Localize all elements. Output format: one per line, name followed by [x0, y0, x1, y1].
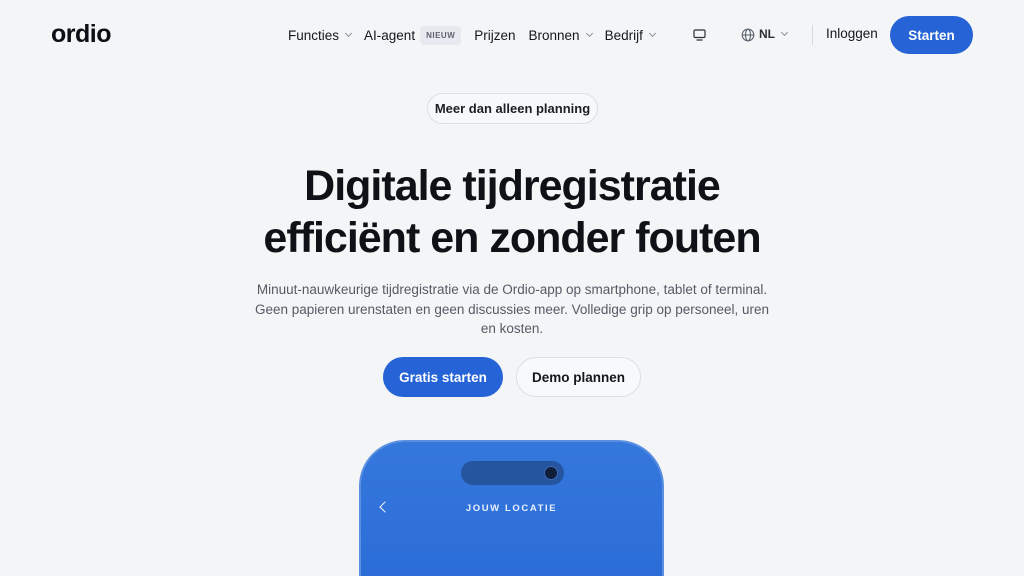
chevron-down-icon [648, 29, 656, 38]
demo-plannen-button[interactable]: Demo plannen [516, 357, 641, 397]
login-link[interactable]: Inloggen [826, 26, 878, 41]
nav-divider [812, 25, 813, 45]
top-navigation: ordio Functies AI-agent NIEUW Prijzen Br… [0, 0, 1024, 70]
nav-item-label: Bronnen [528, 27, 580, 43]
monitor-icon[interactable] [693, 29, 706, 41]
nav-item-label: AI-agent [364, 27, 416, 43]
nav-item-label: Prijzen [474, 27, 516, 43]
nav-item-prijzen[interactable]: Prijzen [474, 28, 515, 43]
nav-item-label: Functies [288, 27, 340, 43]
language-selector[interactable]: NL [759, 27, 789, 41]
phone-screen-title: JOUW LOCATIE [465, 503, 558, 514]
nav-item-bronnen[interactable]: Bronnen [528, 27, 593, 43]
nav-item-functies[interactable]: Functies [288, 27, 353, 43]
main-menu: Functies AI-agent NIEUW Prijzen Bronnen … [288, 0, 668, 70]
chevron-down-icon [585, 29, 593, 38]
gratis-starten-button[interactable]: Gratis starten [383, 357, 503, 397]
hero-pill[interactable]: Meer dan alleen planning [427, 93, 598, 124]
language-label: NL [759, 27, 775, 41]
phone-notch [461, 461, 564, 485]
chevron-down-icon [344, 29, 353, 38]
nav-item-bedrijf[interactable]: Bedrijf [604, 27, 656, 43]
start-button[interactable]: Starten [890, 16, 973, 54]
headline-line-1: Digitale tijdregistratie [304, 162, 721, 210]
page: ordio Functies AI-agent NIEUW Prijzen Br… [0, 0, 1024, 576]
headline-line-2: efficiënt en zonder fouten [263, 214, 761, 262]
nav-item-label: Bedrijf [604, 27, 643, 43]
hero-headline: Digitale tijdregistratie efficiënt en zo… [0, 160, 1024, 264]
hero-subtext: Minuut-nauwkeurige tijdregistratie via d… [254, 282, 770, 336]
ordio-logo[interactable]: ordio [51, 20, 112, 49]
chevron-down-icon [780, 28, 789, 37]
phone-mockup: JOUW LOCATIE [359, 440, 664, 576]
nav-item-ai-agent[interactable]: AI-agent NIEUW [364, 25, 462, 45]
globe-icon[interactable] [741, 28, 755, 42]
new-badge: NIEUW [420, 25, 462, 45]
camera-icon [544, 466, 558, 480]
